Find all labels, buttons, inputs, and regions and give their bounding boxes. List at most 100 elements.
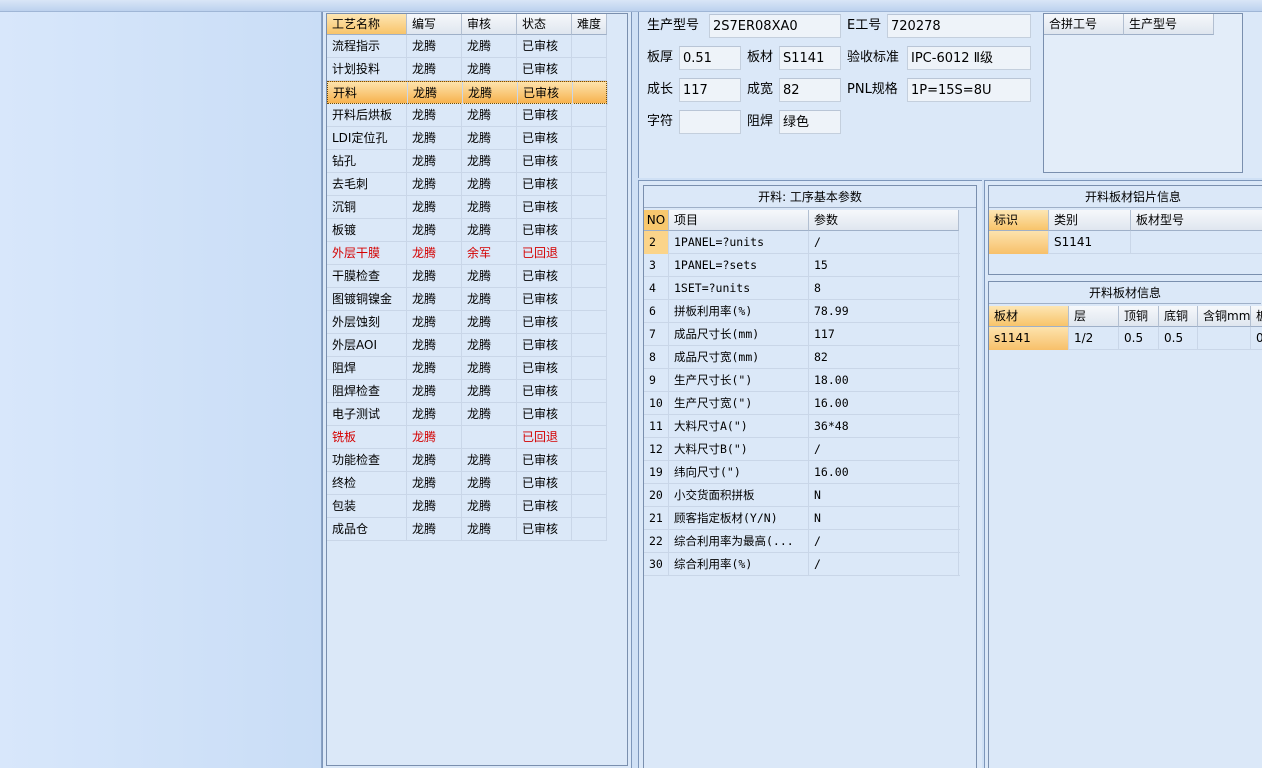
param-row[interactable]: 30 综合利用率(%) / <box>644 553 960 576</box>
process-row[interactable]: 沉铜 龙腾 龙腾 已审核 <box>327 196 607 219</box>
writer-cell: 龙腾 <box>407 104 462 127</box>
board-panel: 开料板材信息 板材 层 顶铜 底铜 含铜mm 板 s1141 1/2 0.5 0… <box>988 281 1262 768</box>
mask-field[interactable]: 绿色 <box>779 110 841 134</box>
process-row[interactable]: 图镀铜镍金 龙腾 龙腾 已审核 <box>327 288 607 311</box>
process-row[interactable]: 开料 龙腾 龙腾 已审核 <box>327 81 608 105</box>
board-grid[interactable]: 板材 层 顶铜 底铜 含铜mm 板 s1141 1/2 0.5 0.5 0. <box>989 306 1262 366</box>
header-board-layer[interactable]: 层 <box>1069 306 1119 327</box>
header-sheet-model[interactable]: 板材型号 <box>1131 210 1262 231</box>
header-board-extra[interactable]: 板 <box>1251 306 1262 327</box>
param-row[interactable]: 3 1PANEL=?sets 15 <box>644 254 960 277</box>
header-sheet-category[interactable]: 类别 <box>1049 210 1131 231</box>
process-row[interactable]: 包装 龙腾 龙腾 已审核 <box>327 495 607 518</box>
header-param[interactable]: 参数 <box>809 210 959 231</box>
length-label: 成长 <box>647 82 674 97</box>
param-item-cell: 顾客指定板材(Y/N) <box>669 507 809 530</box>
header-board-top-cu[interactable]: 顶铜 <box>1119 306 1159 327</box>
reviewer-cell: 龙腾 <box>462 196 517 219</box>
sheet-panel-title: 开料板材铝片信息 <box>989 186 1262 208</box>
process-row[interactable]: 板镀 龙腾 龙腾 已审核 <box>327 219 607 242</box>
process-row[interactable]: 去毛刺 龙腾 龙腾 已审核 <box>327 173 607 196</box>
param-row[interactable]: 20 小交货面积拼板 N <box>644 484 960 507</box>
param-row[interactable]: 22 综合利用率为最高(... / <box>644 530 960 553</box>
process-row[interactable]: 阻焊 龙腾 龙腾 已审核 <box>327 357 607 380</box>
param-no-cell: 3 <box>644 254 669 277</box>
param-no-cell: 12 <box>644 438 669 461</box>
process-row[interactable]: 外层AOI 龙腾 龙腾 已审核 <box>327 334 607 357</box>
process-row[interactable]: 功能检查 龙腾 龙腾 已审核 <box>327 449 607 472</box>
header-board-material[interactable]: 板材 <box>989 306 1069 327</box>
process-row[interactable]: 外层干膜 龙腾 余军 已回退 <box>327 242 607 265</box>
header-difficulty[interactable]: 难度 <box>572 14 607 35</box>
right-outer: 开料板材铝片信息 标识 类别 板材型号 S1141 开料板材信息 板材 层 顶铜… <box>984 180 1262 768</box>
sheet-row[interactable]: S1141 <box>989 231 1262 254</box>
process-row[interactable]: 成品仓 龙腾 龙腾 已审核 <box>327 518 607 541</box>
ejob-field[interactable]: 720278 <box>887 14 1031 38</box>
process-row[interactable]: 外层蚀刻 龙腾 龙腾 已审核 <box>327 311 607 334</box>
char-label: 字符 <box>647 114 674 129</box>
param-row[interactable]: 10 生产尺寸宽(") 16.00 <box>644 392 960 415</box>
writer-cell: 龙腾 <box>407 196 462 219</box>
param-item-cell: 纬向尺寸(") <box>669 461 809 484</box>
process-name-cell: 外层蚀刻 <box>327 311 407 334</box>
param-row[interactable]: 9 生产尺寸长(") 18.00 <box>644 369 960 392</box>
header-board-cu-mm[interactable]: 含铜mm <box>1198 306 1251 327</box>
param-row[interactable]: 6 拼板利用率(%) 78.99 <box>644 300 960 323</box>
process-row[interactable]: 开料后烘板 龙腾 龙腾 已审核 <box>327 104 607 127</box>
merge-grid[interactable]: 合拼工号 生产型号 <box>1043 13 1243 173</box>
reviewer-cell: 龙腾 <box>462 35 517 58</box>
writer-cell: 龙腾 <box>407 380 462 403</box>
header-sheet-id[interactable]: 标识 <box>989 210 1049 231</box>
length-field[interactable]: 117 <box>679 78 741 102</box>
sheet-id-cell <box>989 231 1049 254</box>
standard-field[interactable]: IPC-6012 Ⅱ级 <box>907 46 1031 70</box>
process-row[interactable]: 流程指示 龙腾 龙腾 已审核 <box>327 35 607 58</box>
board-cu-cell <box>1198 327 1251 350</box>
sheet-grid[interactable]: 标识 类别 板材型号 S1141 <box>989 210 1262 270</box>
header-board-bottom-cu[interactable]: 底铜 <box>1159 306 1198 327</box>
header-status[interactable]: 状态 <box>517 14 572 35</box>
writer-cell: 龙腾 <box>407 58 462 81</box>
param-row[interactable]: 7 成品尺寸长(mm) 117 <box>644 323 960 346</box>
process-row[interactable]: 干膜检查 龙腾 龙腾 已审核 <box>327 265 607 288</box>
board-layer-cell: 1/2 <box>1069 327 1119 350</box>
header-writer[interactable]: 编写 <box>407 14 462 35</box>
thickness-field[interactable]: 0.51 <box>679 46 741 70</box>
process-row[interactable]: 电子测试 龙腾 龙腾 已审核 <box>327 403 607 426</box>
process-row[interactable]: 铣板 龙腾 已回退 <box>327 426 607 449</box>
param-row[interactable]: 8 成品尺寸宽(mm) 82 <box>644 346 960 369</box>
param-row[interactable]: 12 大料尺寸B(") / <box>644 438 960 461</box>
model-field[interactable]: 2S7ER08XA0 <box>709 14 841 38</box>
process-row[interactable]: LDI定位孔 龙腾 龙腾 已审核 <box>327 127 607 150</box>
process-row[interactable]: 阻焊检查 龙腾 龙腾 已审核 <box>327 380 607 403</box>
header-reviewer[interactable]: 审核 <box>462 14 517 35</box>
status-cell: 已审核 <box>517 196 572 219</box>
difficulty-cell <box>572 472 607 495</box>
param-row[interactable]: 21 顾客指定板材(Y/N) N <box>644 507 960 530</box>
header-no[interactable]: NO <box>644 210 669 231</box>
board-row[interactable]: s1141 1/2 0.5 0.5 0. <box>989 327 1262 350</box>
param-row[interactable]: 19 纬向尺寸(") 16.00 <box>644 461 960 484</box>
top-toolbar-strip <box>0 0 1262 12</box>
param-row[interactable]: 4 1SET=?units 8 <box>644 277 960 300</box>
process-row[interactable]: 计划投料 龙腾 龙腾 已审核 <box>327 58 607 81</box>
param-row[interactable]: 2 1PANEL=?units / <box>644 231 960 254</box>
material-label: 板材 <box>747 50 774 65</box>
process-row[interactable]: 终检 龙腾 龙腾 已审核 <box>327 472 607 495</box>
process-row[interactable]: 钻孔 龙腾 龙腾 已审核 <box>327 150 607 173</box>
header-merge-model[interactable]: 生产型号 <box>1124 14 1214 35</box>
process-grid[interactable]: 工艺名称 编写 审核 状态 难度 流程指示 龙腾 龙腾 已审核 计划投料 龙腾 龙腾 已审核开… <box>326 13 628 766</box>
param-row[interactable]: 11 大料尺寸A(") 36*48 <box>644 415 960 438</box>
header-process-name[interactable]: 工艺名称 <box>327 14 407 35</box>
width-field[interactable]: 82 <box>779 78 841 102</box>
param-value-cell: / <box>809 553 959 576</box>
pnl-field[interactable]: 1P=15S=8U <box>907 78 1031 102</box>
char-field[interactable] <box>679 110 741 134</box>
reviewer-cell: 龙腾 <box>462 104 517 127</box>
material-field[interactable]: S1141 <box>779 46 841 70</box>
header-item[interactable]: 项目 <box>669 210 809 231</box>
status-cell: 已审核 <box>517 380 572 403</box>
params-grid[interactable]: NO 项目 参数 2 1PANEL=?units/3 1PANEL=?sets 15 4… <box>644 210 960 768</box>
header-merge-job[interactable]: 合拼工号 <box>1044 14 1124 35</box>
reviewer-cell: 龙腾 <box>462 472 517 495</box>
